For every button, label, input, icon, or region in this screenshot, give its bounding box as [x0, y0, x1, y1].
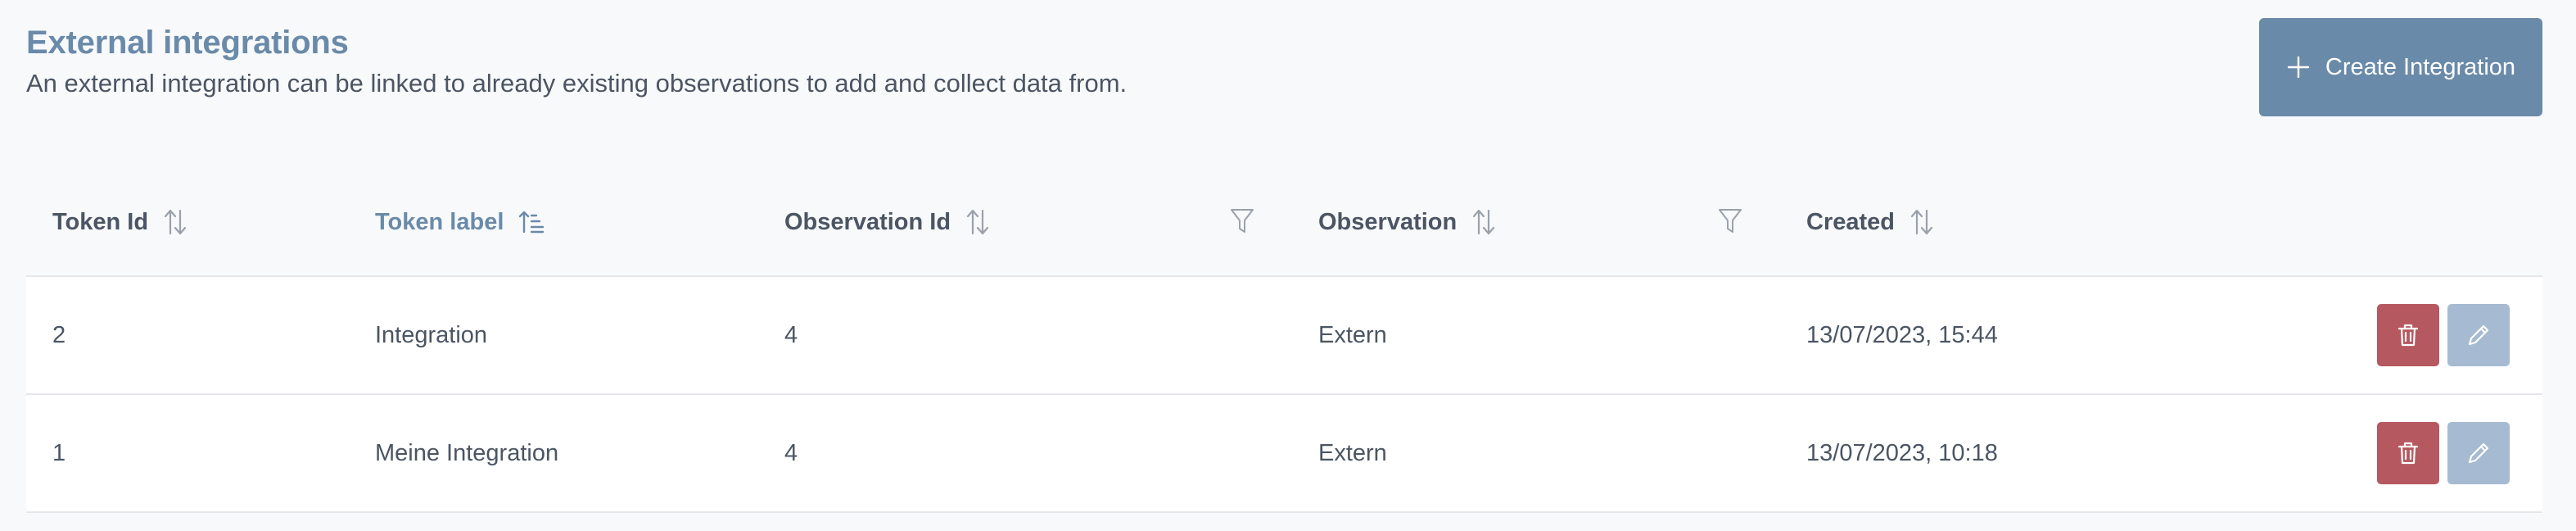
cell-observation: Extern	[1318, 321, 1387, 348]
delete-button[interactable]	[2377, 304, 2439, 366]
column-header-created[interactable]: Created	[1806, 169, 1934, 275]
plus-icon	[2286, 55, 2311, 79]
filter-icon[interactable]	[1230, 207, 1254, 235]
integrations-page: External integrations An external integr…	[0, 0, 2576, 531]
column-header-observation-id[interactable]: Observation Id	[784, 169, 990, 275]
column-header-observation[interactable]: Observation	[1318, 169, 1496, 275]
column-header-token-label[interactable]: Token label	[375, 169, 545, 275]
column-header-token-id[interactable]: Token Id	[52, 169, 188, 275]
create-integration-label: Create Integration	[2325, 53, 2516, 80]
cell-token-label: Integration	[375, 321, 488, 348]
cell-token-id: 1	[52, 439, 66, 466]
trash-icon	[2397, 323, 2420, 347]
cell-created: 13/07/2023, 10:18	[1806, 439, 1998, 466]
table-row[interactable]: 1 Meine Integration 4 Extern 13/07/2023,…	[26, 395, 2542, 513]
column-label: Token label	[375, 208, 504, 235]
integrations-table: Token Id Token label Observation Id Obse…	[26, 169, 2542, 513]
pencil-icon	[2466, 441, 2491, 465]
table-row[interactable]: 2 Integration 4 Extern 13/07/2023, 15:44	[26, 277, 2542, 395]
column-label: Created	[1806, 208, 1895, 235]
sort-icon[interactable]	[965, 208, 990, 236]
delete-button[interactable]	[2377, 422, 2439, 484]
cell-observation-id: 4	[784, 321, 798, 348]
sort-icon[interactable]	[1471, 208, 1496, 236]
sort-icon[interactable]	[163, 208, 188, 236]
page-header: External integrations An external integr…	[26, 20, 1127, 102]
filter-icon[interactable]	[1718, 207, 1742, 235]
create-integration-button[interactable]: Create Integration	[2259, 18, 2542, 116]
cell-created: 13/07/2023, 15:44	[1806, 321, 1998, 348]
cell-token-label: Meine Integration	[375, 439, 559, 466]
trash-icon	[2397, 441, 2420, 465]
sort-icon[interactable]	[1909, 208, 1934, 236]
page-title: External integrations	[26, 25, 349, 61]
edit-button[interactable]	[2447, 304, 2510, 366]
edit-button[interactable]	[2447, 422, 2510, 484]
column-label: Observation	[1318, 208, 1457, 235]
page-subtitle: An external integration can be linked to…	[26, 69, 1128, 98]
pencil-icon	[2466, 323, 2491, 347]
table-header: Token Id Token label Observation Id Obse…	[26, 169, 2542, 277]
sort-asc-icon[interactable]	[518, 210, 545, 234]
cell-observation: Extern	[1318, 439, 1387, 466]
cell-observation-id: 4	[784, 439, 798, 466]
column-label: Observation Id	[784, 208, 951, 235]
column-label: Token Id	[52, 208, 149, 235]
cell-token-id: 2	[52, 321, 66, 348]
